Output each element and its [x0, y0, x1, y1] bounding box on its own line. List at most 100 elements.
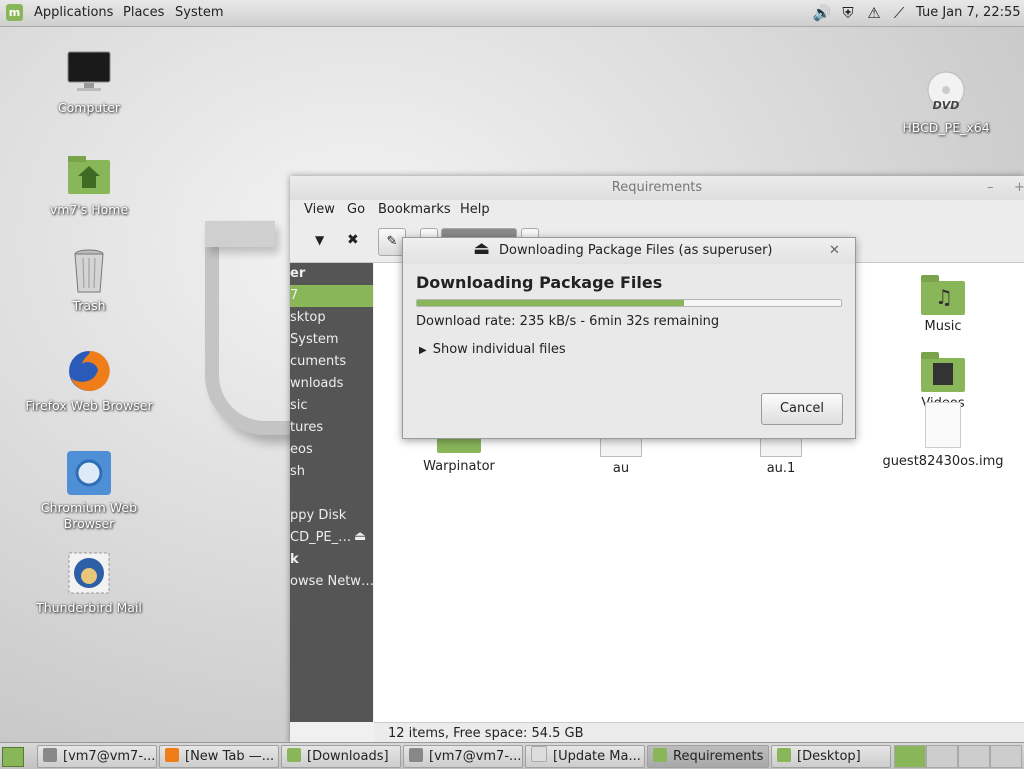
sidebar-item-documents[interactable]: cuments — [290, 351, 346, 373]
sidebar-item-filesystem[interactable]: System — [290, 329, 338, 351]
progress-bar-fill — [417, 300, 685, 306]
task-label: [vm7@vm7-... — [429, 749, 522, 764]
chromium-icon — [66, 450, 112, 496]
sidebar-heading-network: k — [290, 552, 299, 567]
sidebar-item-floppy[interactable]: ppy Disk — [290, 505, 346, 527]
sidebar-item-videos[interactable]: eos — [290, 439, 313, 461]
home-folder-icon — [66, 152, 112, 198]
workspace-3[interactable] — [958, 745, 990, 768]
menu-bookmarks[interactable]: Bookmarks — [378, 202, 451, 217]
top-panel: m Applications Places System 🔊 ⛨ ⚠ ⟋ Tue… — [0, 0, 1024, 27]
eject-icon: ⏏ — [473, 238, 491, 259]
desktop-icon-label: vm7's Home — [49, 202, 129, 217]
desktop-icon-chromium[interactable]: Chromium Web Browser — [14, 450, 164, 532]
sidebar-item-desktop[interactable]: sktop — [290, 307, 326, 329]
desktop-icon-trash[interactable]: Trash — [14, 248, 164, 314]
sidebar-item-music[interactable]: sic — [290, 395, 308, 417]
system-menu[interactable]: System — [175, 5, 223, 20]
dropdown-arrow-icon[interactable]: ▼ — [315, 233, 324, 247]
terminal-icon — [409, 748, 423, 762]
network-icon[interactable]: ⟋ — [889, 3, 909, 23]
file-label: au — [612, 461, 630, 476]
blank-file-icon — [925, 402, 961, 448]
desktop-icon-computer[interactable]: Computer — [14, 50, 164, 116]
task-label: Requirements — [673, 749, 764, 764]
task-firefox[interactable]: [New Tab —... — [159, 745, 279, 768]
expander-arrow-icon: ▶ — [419, 345, 427, 356]
eject-icon[interactable]: ⏏ — [354, 529, 366, 544]
pencil-icon: ✎ — [386, 234, 398, 249]
desktop-icon-firefox[interactable]: Firefox Web Browser — [14, 348, 164, 414]
download-dialog: ⏏ Downloading Package Files (as superuse… — [402, 237, 856, 439]
task-requirements[interactable]: Requirements — [647, 745, 769, 768]
task-desktop[interactable]: [Desktop] — [771, 745, 891, 768]
desktop-icon-dvd[interactable]: DVD HBCD_PE_x64 — [871, 70, 1021, 136]
svg-text:DVD: DVD — [933, 99, 960, 112]
sidebar-item-downloads[interactable]: wnloads — [290, 373, 343, 395]
sidebar-item-trash[interactable]: sh — [290, 461, 305, 483]
progress-bar — [416, 299, 842, 307]
folder-icon — [653, 748, 667, 762]
sidebar-item-home[interactable]: 7 — [290, 285, 373, 307]
applications-menu[interactable]: Applications — [34, 5, 113, 20]
workspace-2[interactable] — [926, 745, 958, 768]
close-sidebar-icon[interactable]: ✖ — [347, 232, 359, 248]
update-manager-icon[interactable]: ⚠ — [864, 3, 884, 23]
music-folder-icon: ♫ — [921, 275, 965, 315]
sidebar-item-pictures[interactable]: tures — [290, 417, 323, 439]
file-item-music[interactable]: ♫ Music — [883, 275, 1003, 334]
task-terminal-1[interactable]: [vm7@vm7-... — [37, 745, 157, 768]
clock[interactable]: Tue Jan 7, 22:55 — [916, 5, 1021, 20]
trash-icon — [66, 248, 112, 294]
file-label: Music — [924, 319, 962, 334]
task-downloads[interactable]: [Downloads] — [281, 745, 401, 768]
task-label: [Update Ma... — [553, 749, 641, 764]
show-desktop-icon[interactable] — [2, 747, 24, 767]
terminal-icon — [43, 748, 57, 762]
task-label: [Desktop] — [797, 749, 861, 764]
dialog-titlebar[interactable]: ⏏ Downloading Package Files (as superuse… — [403, 238, 855, 264]
show-files-expander[interactable]: ▶ Show individual files — [419, 342, 566, 357]
desktop-icon-home[interactable]: vm7's Home — [14, 152, 164, 218]
desktop-icon-label: Firefox Web Browser — [25, 398, 153, 413]
desktop-icon-label: Trash — [72, 298, 106, 313]
menu-help[interactable]: Help — [460, 202, 490, 217]
shield-icon[interactable]: ⛨ — [838, 3, 858, 23]
dialog-title: Downloading Package Files (as superuser) — [499, 243, 773, 258]
volume-icon[interactable]: 🔊 — [812, 3, 832, 23]
workspace-1[interactable] — [894, 745, 926, 768]
file-item-guest-img[interactable]: guest82430os.img — [858, 402, 1024, 469]
monitor-icon — [66, 50, 112, 96]
download-rate-text: Download rate: 235 kB/s - 6min 32s remai… — [416, 314, 720, 329]
minimize-icon[interactable]: – — [987, 176, 994, 200]
task-label: [vm7@vm7-... — [63, 749, 156, 764]
dvd-icon: DVD — [923, 70, 969, 116]
firefox-icon — [165, 748, 179, 762]
cancel-button[interactable]: Cancel — [761, 393, 843, 425]
desktop-icon-label: Thunderbird Mail — [36, 600, 142, 615]
task-update-manager[interactable]: [Update Ma... — [525, 745, 645, 768]
sidebar-item-browse-network[interactable]: owse Netw… — [290, 571, 373, 593]
file-label: Warpinator — [423, 459, 495, 474]
file-label: guest82430os.img — [882, 454, 1004, 469]
desktop-icon-thunderbird[interactable]: Thunderbird Mail — [14, 550, 164, 616]
task-label: [Downloads] — [307, 749, 389, 764]
window-title[interactable]: Requirements — [290, 176, 1024, 200]
close-icon[interactable]: ✕ — [829, 238, 840, 264]
maximize-icon[interactable]: + — [1014, 176, 1024, 200]
menu-view[interactable]: View — [304, 202, 335, 217]
file-label: au.1 — [766, 461, 796, 476]
video-folder-icon — [921, 352, 965, 392]
folder-icon — [287, 748, 301, 762]
places-menu[interactable]: Places — [123, 5, 164, 20]
workspace-4[interactable] — [990, 745, 1022, 768]
dialog-heading: Downloading Package Files — [416, 273, 663, 292]
menu-go[interactable]: Go — [347, 202, 365, 217]
sidebar-item-dvd[interactable]: CD_PE_… — [290, 527, 351, 549]
sidebar-heading: er — [290, 266, 306, 281]
task-label: [New Tab —... — [185, 749, 275, 764]
mint-menu-icon[interactable]: m — [6, 4, 23, 21]
task-terminal-2[interactable]: [vm7@vm7-... — [403, 745, 523, 768]
expander-label: Show individual files — [432, 342, 566, 357]
shield-icon — [531, 746, 547, 762]
